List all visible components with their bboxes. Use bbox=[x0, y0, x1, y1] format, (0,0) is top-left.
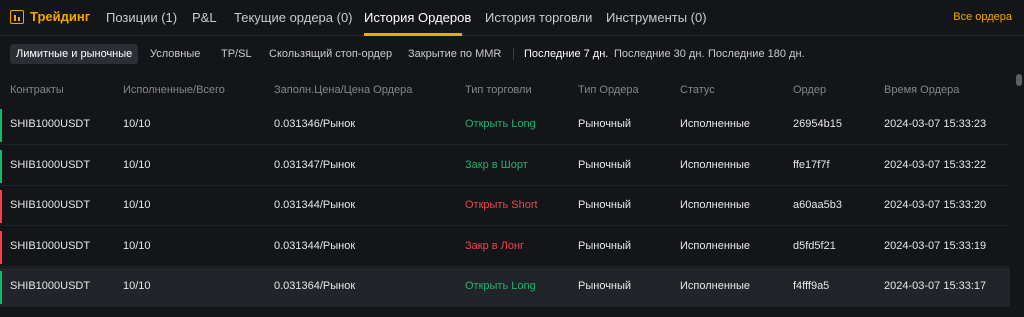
tab-tools[interactable]: Инструменты (0) bbox=[606, 10, 707, 25]
column-header-status: Статус bbox=[680, 84, 715, 96]
side-indicator-bar bbox=[0, 149, 2, 183]
tab-trade-history[interactable]: История торговли bbox=[485, 10, 592, 25]
column-header-filled: Исполненные/Всего bbox=[123, 84, 225, 96]
cell-status: Исполненные bbox=[680, 239, 751, 252]
table-row[interactable]: SHIB1000USDT 10/10 0.031344/Рынок Закр в Ло… bbox=[0, 228, 1010, 267]
cell-trade-type: Закр в Лонг bbox=[465, 239, 525, 252]
cell-filled: 10/10 bbox=[123, 158, 151, 171]
cell-filled: 10/10 bbox=[123, 239, 151, 252]
cell-price: 0.031364/Рынок bbox=[274, 280, 356, 292]
side-indicator-bar bbox=[0, 230, 2, 264]
cell-order-type: Рыночный bbox=[578, 199, 632, 211]
side-indicator-bar bbox=[0, 190, 2, 223]
cell-trade-type: Открыть Long bbox=[465, 118, 536, 130]
cell-price: 0.031344/Рынок bbox=[274, 239, 356, 252]
tab-pnl[interactable]: P&L bbox=[192, 10, 217, 25]
table-row[interactable]: SHIB1000USDT 10/10 0.031347/Рынок Закр в Шо… bbox=[0, 147, 1010, 186]
filter-tpsl[interactable]: TP/SL bbox=[221, 44, 252, 64]
filter-divider bbox=[513, 48, 514, 60]
filter-limit-market[interactable]: Лимитные и рыночные bbox=[10, 44, 139, 64]
cell-order-id: d5fd5f21 bbox=[793, 239, 836, 252]
column-header-order-id: Ордер bbox=[793, 84, 827, 96]
cell-contract: SHIB1000USDT bbox=[10, 280, 91, 292]
trading-brand-tab[interactable]: Трейдинг bbox=[10, 9, 90, 24]
column-header-price: Заполн.Цена/Цена Ордера bbox=[274, 84, 413, 96]
cell-order-id: 26954b15 bbox=[793, 118, 842, 130]
cell-order-type: Рыночный bbox=[578, 280, 632, 292]
cell-order-time: 2024-03-07 15:33:23 bbox=[884, 118, 987, 130]
top-tab-bar: Трейдинг Позиции (1) P&L Текущие ордера … bbox=[0, 0, 1024, 36]
cell-order-type: Рыночный bbox=[578, 239, 632, 252]
cell-trade-type: Закр в Шорт bbox=[465, 158, 528, 171]
cell-status: Исполненные bbox=[680, 280, 751, 292]
side-indicator-bar bbox=[0, 271, 2, 304]
cell-order-type: Рыночный bbox=[578, 118, 632, 130]
chart-icon bbox=[10, 9, 24, 24]
column-header-trade-type: Тип торговли bbox=[465, 84, 532, 96]
cell-order-time: 2024-03-07 15:33:20 bbox=[884, 199, 987, 211]
cell-status: Исполненные bbox=[680, 118, 751, 130]
cell-contract: SHIB1000USDT bbox=[10, 158, 91, 171]
cell-order-time: 2024-03-07 15:33:22 bbox=[884, 158, 987, 171]
cell-price: 0.031346/Рынок bbox=[274, 118, 356, 130]
scrollbar-thumb[interactable] bbox=[1016, 74, 1022, 86]
column-header-contracts: Контракты bbox=[10, 84, 64, 96]
cell-filled: 10/10 bbox=[123, 280, 151, 292]
cell-trade-type: Открыть Long bbox=[465, 280, 536, 292]
column-header-order-type: Тип Ордера bbox=[578, 84, 639, 96]
cell-order-type: Рыночный bbox=[578, 158, 632, 171]
cell-order-time: 2024-03-07 15:33:17 bbox=[884, 280, 987, 292]
table-header: Контракты Исполненные/Всего Заполн.Цена/… bbox=[0, 72, 1010, 108]
filter-trailing-stop[interactable]: Скользящий стоп-ордер bbox=[269, 44, 392, 64]
period-7d[interactable]: Последние 7 дн. bbox=[524, 44, 608, 64]
cell-filled: 10/10 bbox=[123, 118, 151, 130]
table-row[interactable]: SHIB1000USDT 10/10 0.031346/Рынок Открыть L… bbox=[0, 106, 1010, 145]
cell-price: 0.031344/Рынок bbox=[274, 199, 356, 211]
brand-label: Трейдинг bbox=[30, 9, 91, 24]
tab-positions[interactable]: Позиции (1) bbox=[106, 10, 177, 25]
table-row[interactable]: SHIB1000USDT 10/10 0.031364/Рынок Открыть L… bbox=[0, 268, 1010, 307]
cell-status: Исполненные bbox=[680, 158, 751, 171]
cell-order-id: a60aa5b3 bbox=[793, 199, 842, 211]
cell-status: Исполненные bbox=[680, 199, 751, 211]
cell-contract: SHIB1000USDT bbox=[10, 239, 91, 252]
cell-price: 0.031347/Рынок bbox=[274, 158, 356, 171]
cell-order-time: 2024-03-07 15:33:19 bbox=[884, 239, 987, 252]
filter-conditional[interactable]: Условные bbox=[150, 44, 200, 64]
all-orders-link[interactable]: Все ордера bbox=[953, 11, 1012, 23]
filter-mmr-close[interactable]: Закрытие по MMR bbox=[408, 44, 501, 64]
cell-filled: 10/10 bbox=[123, 199, 151, 211]
tab-order-history[interactable]: История Ордеров bbox=[364, 10, 471, 25]
cell-order-id: f4fff9a5 bbox=[793, 280, 830, 292]
table-row[interactable]: SHIB1000USDT 10/10 0.031344/Рынок Открыть S… bbox=[0, 187, 1010, 226]
cell-order-id: ffe17f7f bbox=[793, 158, 830, 171]
period-30d[interactable]: Последние 30 дн. bbox=[614, 44, 704, 64]
cell-contract: SHIB1000USDT bbox=[10, 118, 91, 130]
cell-trade-type: Открыть Short bbox=[465, 199, 538, 211]
table-scrollbar[interactable] bbox=[1015, 72, 1022, 317]
period-180d[interactable]: Последние 180 дн. bbox=[708, 44, 805, 64]
cell-contract: SHIB1000USDT bbox=[10, 199, 91, 211]
tab-open-orders[interactable]: Текущие ордера (0) bbox=[234, 10, 353, 25]
side-indicator-bar bbox=[0, 109, 2, 142]
filter-bar: Лимитные и рыночные Условные TP/SL Сколь… bbox=[0, 36, 1024, 72]
column-header-order-time: Время Ордера bbox=[884, 84, 960, 96]
